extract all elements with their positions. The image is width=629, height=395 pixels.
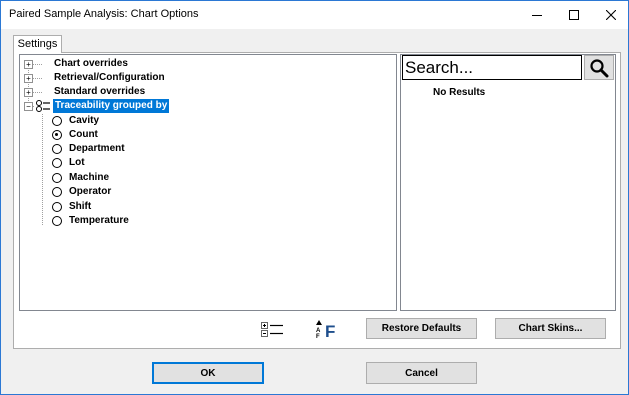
tab-settings[interactable]: Settings (13, 35, 62, 53)
tree-node-label: Retrieval/Configuration (54, 72, 165, 83)
sort-button[interactable]: A F F (314, 318, 341, 339)
window-title: Paired Sample Analysis: Chart Options (9, 8, 199, 20)
radio-button[interactable] (52, 116, 62, 126)
no-results-text: No Results (433, 87, 486, 98)
radio-button[interactable] (52, 144, 62, 154)
radio-button[interactable] (52, 216, 62, 226)
tree-node-traceability-grouped-by[interactable]: − Traceability grouped by (20, 99, 390, 113)
radio-button[interactable] (52, 173, 62, 183)
radio-label: Department (69, 143, 125, 154)
tree-node-label: Standard overrides (54, 86, 146, 97)
radio-group-icon (36, 100, 50, 112)
tree-node-label: Traceability grouped by (53, 99, 170, 113)
close-button[interactable] (588, 1, 629, 29)
expand-collapse-all-icon (260, 321, 283, 337)
tree-node-label: Chart overrides (54, 58, 128, 69)
radio-label: Operator (69, 186, 112, 197)
search-icon (590, 58, 609, 77)
expand-plus-icon[interactable]: + (24, 74, 33, 83)
close-icon (605, 10, 616, 20)
expand-plus-icon[interactable]: + (24, 88, 33, 97)
tree-node-retrieval-configuration[interactable]: + Retrieval/Configuration (20, 71, 390, 85)
expand-plus-icon[interactable]: + (24, 60, 33, 69)
collapse-minus-icon[interactable]: − (24, 102, 33, 111)
cancel-button[interactable]: Cancel (366, 362, 477, 384)
tree-node-standard-overrides[interactable]: + Standard overrides (20, 85, 390, 99)
expand-all-button[interactable] (258, 318, 285, 339)
svg-text:F: F (325, 322, 335, 339)
radio-label: Machine (69, 172, 110, 183)
svg-text:F: F (316, 334, 320, 339)
sort-alpha-icon: A F F (315, 319, 335, 339)
minimize-icon (531, 14, 542, 16)
restore-defaults-button[interactable]: Restore Defaults (366, 318, 477, 339)
radio-label: Count (69, 129, 98, 140)
tree-node-chart-overrides[interactable]: + Chart overrides (20, 57, 390, 71)
radio-label: Temperature (69, 215, 129, 226)
radio-label: Shift (69, 201, 92, 212)
radio-label: Lot (69, 157, 85, 168)
maximize-icon (568, 10, 579, 20)
tree-connector (42, 114, 43, 225)
ok-button[interactable]: OK (152, 362, 264, 384)
chart-skins-button[interactable]: Chart Skins... (495, 318, 606, 339)
radio-label: Cavity (69, 115, 100, 126)
radio-button[interactable] (52, 187, 62, 197)
search-input[interactable] (402, 55, 582, 80)
radio-button[interactable] (52, 202, 62, 212)
radio-button[interactable] (52, 158, 62, 168)
options-tree[interactable]: + Chart overrides + Retrieval/Configurat… (19, 54, 397, 311)
search-button[interactable] (584, 55, 614, 80)
title-bar[interactable]: Paired Sample Analysis: Chart Options (1, 1, 628, 29)
radio-button-checked[interactable] (52, 130, 62, 140)
